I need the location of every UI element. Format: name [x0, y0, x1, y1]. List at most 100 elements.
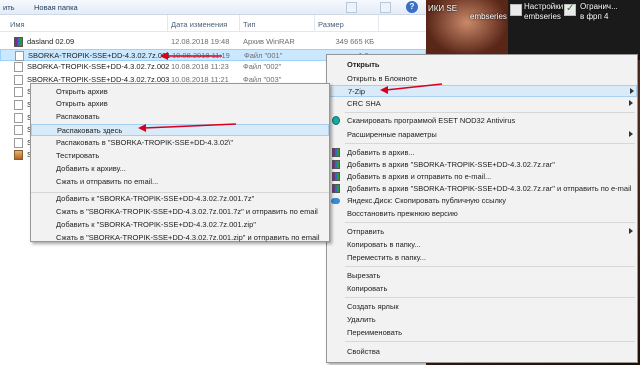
- file-name: SBORKA-TROPIK-SSE+DD-4.3.02.7z.002: [27, 62, 170, 72]
- file-date: 12.08.2018 19:48: [171, 37, 230, 46]
- menu-create-shortcut[interactable]: Создать ярлык: [327, 301, 637, 313]
- file-type: Файл "001": [244, 50, 283, 60]
- submenu-arrow-icon: [629, 228, 633, 234]
- column-type[interactable]: Тип: [243, 20, 256, 29]
- view-options-icon[interactable]: [346, 2, 357, 13]
- winrar-icon: [332, 184, 340, 193]
- menu-divider: [31, 192, 329, 193]
- sevenzip-menu-item[interactable]: Сжать в "SBORKA-TROPIK-SSE+DD-4.3.02.7z.…: [31, 232, 329, 244]
- menu-move-to[interactable]: Переместить в папку...: [327, 252, 637, 264]
- menu-eset-scan[interactable]: Сканировать программой ESET NOD32 Antivi…: [327, 115, 637, 127]
- column-separator[interactable]: [314, 15, 315, 32]
- menu-item-label: Добавить к "SBORKA-TROPIK-SSE+DD-4.3.02.…: [56, 220, 256, 229]
- toolbar-item-share[interactable]: ить: [3, 3, 15, 12]
- sevenzip-menu-item[interactable]: Распаковать: [31, 111, 329, 123]
- sevenzip-submenu: Открыть архив Открыть архив Распаковать Рас…: [30, 83, 330, 242]
- menu-crc-sha[interactable]: CRC SHA: [327, 98, 637, 110]
- menu-open[interactable]: Открыть: [327, 59, 637, 71]
- menu-copy-to[interactable]: Копировать в папку...: [327, 239, 637, 251]
- menu-item-label: Распаковать здесь: [57, 126, 123, 135]
- desktop-label-settings[interactable]: Настройки: [524, 2, 563, 11]
- column-separator[interactable]: [378, 15, 379, 32]
- menu-divider: [345, 143, 635, 144]
- menu-item-label: Сжать в "SBORKA-TROPIK-SSE+DD-4.3.02.7z.…: [56, 207, 318, 216]
- explorer-toolbar: ить Новая папка ?: [0, 0, 426, 15]
- file-icon: [14, 62, 23, 73]
- file-icon: [14, 112, 23, 123]
- menu-rar-add-named[interactable]: Добавить в архив "SBORKA-TROPIK-SSE+DD-4…: [327, 159, 637, 171]
- desktop-label-settings-sub[interactable]: embseries: [524, 12, 561, 21]
- menu-rar-add[interactable]: Добавить в архив...: [327, 147, 637, 159]
- file-icon: [14, 100, 23, 110]
- menu-properties[interactable]: Свойства: [327, 346, 637, 358]
- winrar-icon: [332, 172, 340, 181]
- menu-open-notepad[interactable]: Открыть в Блокноте: [327, 73, 637, 85]
- menu-item-label: Добавить к "SBORKA-TROPIK-SSE+DD-4.3.02.…: [56, 194, 255, 203]
- submenu-arrow-icon: [629, 100, 633, 106]
- menu-item-label: Сжать и отправить по email...: [56, 177, 159, 186]
- image-icon: [14, 150, 23, 161]
- menu-7zip[interactable]: 7-Zip: [327, 85, 637, 97]
- menu-item-label: Открыть архив: [56, 99, 108, 108]
- file-type: Файл "002": [243, 62, 282, 72]
- menu-divider: [345, 222, 635, 223]
- column-size[interactable]: Размер: [318, 20, 344, 29]
- winrar-icon: [332, 160, 340, 169]
- sevenzip-menu-item[interactable]: Добавить к "SBORKA-TROPIK-SSE+DD-4.3.02.…: [31, 193, 329, 205]
- menu-yandex-disk[interactable]: Яндекс.Диск: Скопировать публичную ссылк…: [327, 195, 637, 207]
- menu-divider: [345, 297, 635, 298]
- menu-copy[interactable]: Копировать: [327, 283, 637, 295]
- column-date[interactable]: Дата изменения: [171, 20, 227, 29]
- file-icon: [14, 137, 23, 148]
- menu-divider: [345, 341, 635, 342]
- menu-cut[interactable]: Вырезать: [327, 270, 637, 282]
- file-icon: [14, 87, 23, 98]
- sevenzip-menu-item[interactable]: Открыть архив: [31, 86, 329, 98]
- rar-icon: [14, 37, 23, 47]
- sevenzip-menu-item[interactable]: Распаковать здесь: [31, 124, 329, 136]
- file-row[interactable]: dasland 02.09 12.08.2018 19:48 Архив WinRA…: [0, 36, 426, 48]
- menu-rename[interactable]: Переименовать: [327, 327, 637, 339]
- column-name[interactable]: Имя: [10, 20, 25, 29]
- submenu-arrow-icon: [629, 131, 633, 137]
- sevenzip-menu-item[interactable]: Тестировать: [31, 150, 329, 162]
- menu-delete[interactable]: Удалить: [327, 314, 637, 326]
- menu-item-label: Распаковать в "SBORKA-TROPIK-SSE+DD-4.3.…: [56, 138, 233, 147]
- desktop-label-embseries[interactable]: embseries: [470, 12, 507, 21]
- menu-restore[interactable]: Восстановить прежнюю версию: [327, 208, 637, 220]
- checkbox-icon[interactable]: [564, 3, 576, 16]
- menu-rar-named-email[interactable]: Добавить в архив "SBORKA-TROPIK-SSE+DD-4…: [327, 183, 637, 195]
- column-separator[interactable]: [239, 15, 240, 32]
- new-folder-button[interactable]: Новая папка: [34, 3, 78, 12]
- desktop-label-se[interactable]: ИКИ SE: [428, 4, 457, 13]
- settings-desktop-icon[interactable]: [510, 4, 522, 16]
- column-header: Имя Дата изменения Тип Размер: [0, 15, 426, 32]
- cloud-icon: [331, 198, 340, 204]
- help-icon[interactable]: ?: [406, 1, 418, 13]
- menu-send-to[interactable]: Отправить: [327, 226, 637, 238]
- winrar-icon: [332, 148, 340, 157]
- menu-advanced[interactable]: Расширенные параметры: [327, 129, 637, 141]
- preview-pane-icon[interactable]: [380, 2, 391, 13]
- desktop-label-frp[interactable]: в фрп 4: [580, 12, 609, 21]
- file-name: SBORKA-TROPIK-SSE+DD-4.3.02.7z.001: [28, 50, 171, 60]
- menu-item-label: Распаковать: [56, 112, 100, 121]
- sevenzip-menu-item[interactable]: Добавить к "SBORKA-TROPIK-SSE+DD-4.3.02.…: [31, 219, 329, 231]
- sevenzip-menu-item[interactable]: Сжать и отправить по email...: [31, 176, 329, 188]
- file-icon: [14, 125, 23, 136]
- sevenzip-menu-item[interactable]: Добавить к архиву...: [31, 163, 329, 175]
- menu-divider: [345, 112, 635, 113]
- column-separator[interactable]: [167, 15, 168, 32]
- file-type: Архив WinRAR: [243, 37, 295, 46]
- context-menu: Открыть Открыть в Блокноте 7-Zip CRC SHA…: [326, 54, 638, 363]
- menu-item-label: Добавить к архиву...: [56, 164, 126, 173]
- menu-rar-email[interactable]: Добавить в архив и отправить по e-mail..…: [327, 171, 637, 183]
- file-icon: [15, 50, 24, 61]
- menu-item-label: Тестировать: [56, 151, 100, 160]
- sevenzip-menu-item[interactable]: Сжать в "SBORKA-TROPIK-SSE+DD-4.3.02.7z.…: [31, 206, 329, 218]
- sevenzip-menu-item[interactable]: Открыть архив: [31, 98, 329, 110]
- desktop-label-limit[interactable]: Огранич...: [580, 2, 618, 11]
- sevenzip-menu-item[interactable]: Распаковать в "SBORKA-TROPIK-SSE+DD-4.3.…: [31, 137, 329, 149]
- menu-divider: [345, 266, 635, 267]
- file-date: 10.08.2018 11:23: [171, 62, 229, 72]
